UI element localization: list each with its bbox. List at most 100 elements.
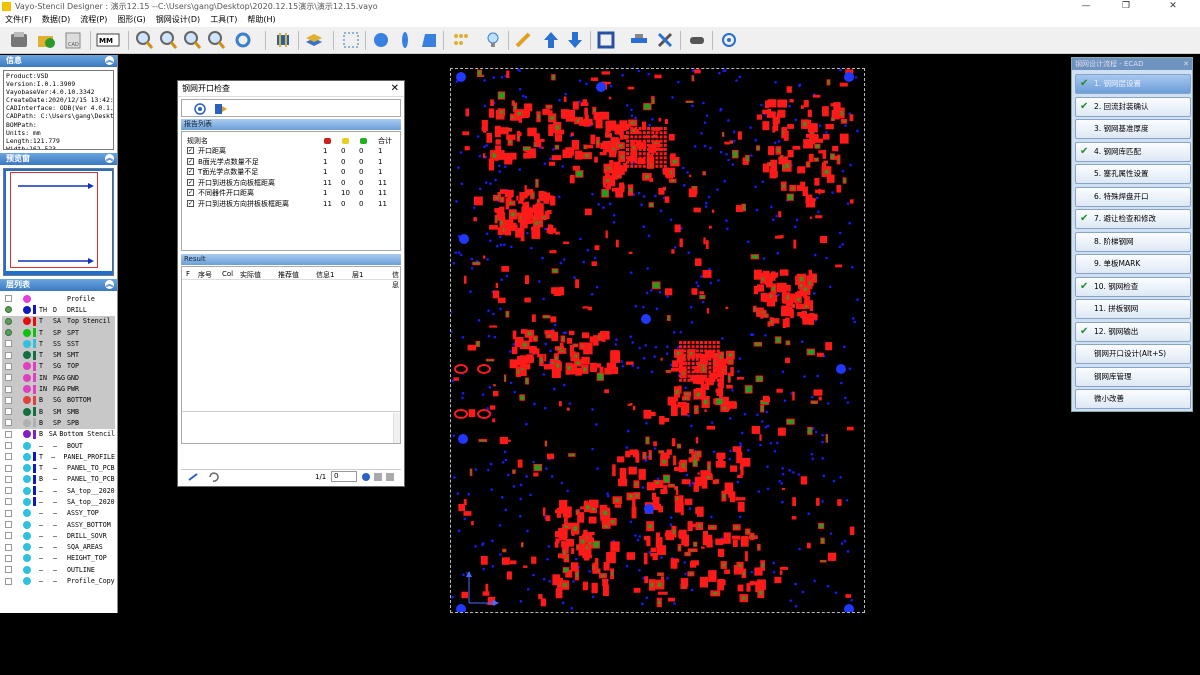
- pin-icon[interactable]: [187, 472, 199, 482]
- quad-icon[interactable]: [418, 29, 440, 51]
- layer-row[interactable]: T — PANEL_TO_PCB: [2, 462, 115, 473]
- layer-visibility-checkbox[interactable]: [5, 487, 12, 495]
- zoom-window-icon[interactable]: [181, 29, 203, 51]
- flow-step-button[interactable]: ✔ 7. 避让检查和修改: [1075, 209, 1191, 229]
- menu-file[interactable]: 文件(F): [0, 13, 37, 27]
- layer-edit-icon[interactable]: [13, 419, 21, 427]
- layer-edit-icon[interactable]: [13, 475, 21, 483]
- flow-step-button[interactable]: 钢网库管理: [1075, 366, 1191, 387]
- layer-edit-icon[interactable]: [13, 543, 21, 551]
- rule-row[interactable]: ✓ T面光学点数量不足 1 0 0 1: [182, 167, 400, 177]
- layer-visibility-checkbox[interactable]: [5, 475, 12, 483]
- layer-color-icon[interactable]: [23, 339, 31, 348]
- layer-visibility-checkbox[interactable]: [5, 317, 12, 325]
- mm-unit-icon[interactable]: MM: [95, 29, 121, 51]
- flow-step-button[interactable]: 钢网开口设计(Alt+S): [1075, 344, 1191, 364]
- flow-close-button[interactable]: ✕: [1183, 58, 1189, 70]
- layer-visibility-checkbox[interactable]: [5, 521, 12, 529]
- page-input[interactable]: 0: [331, 471, 357, 482]
- rule-checkbox[interactable]: ✓: [187, 157, 194, 165]
- close-button[interactable]: ✕: [1153, 0, 1193, 13]
- component-icon[interactable]: [272, 29, 294, 51]
- result-scrollbar[interactable]: [393, 413, 400, 443]
- layer-row[interactable]: IN P&G GND: [2, 372, 115, 384]
- flow-step-button[interactable]: 5. 塞孔属性设置: [1075, 164, 1191, 184]
- layer-edit-icon[interactable]: [13, 329, 21, 337]
- layer-color-icon[interactable]: [23, 373, 31, 382]
- layer-row[interactable]: TH D DRILL: [2, 304, 115, 315]
- layer-visibility-checkbox[interactable]: [5, 419, 12, 427]
- layer-color-icon[interactable]: [23, 475, 31, 484]
- layer-color-icon[interactable]: [23, 351, 31, 360]
- layer-color-icon[interactable]: [23, 486, 31, 495]
- layer-visibility-checkbox[interactable]: [5, 306, 12, 314]
- layer-edit-icon[interactable]: [13, 453, 21, 461]
- connect-icon[interactable]: [628, 29, 650, 51]
- layer-edit-icon[interactable]: [13, 306, 21, 314]
- layer-visibility-checkbox[interactable]: [5, 295, 12, 303]
- layer-edit-icon[interactable]: [13, 396, 21, 404]
- layer-edit-icon[interactable]: [13, 521, 21, 529]
- menu-tools[interactable]: 工具(T): [205, 13, 242, 27]
- menu-help[interactable]: 帮助(H): [242, 13, 280, 27]
- layer-row[interactable]: B SA Bottom Stencil: [2, 429, 115, 440]
- layer-row[interactable]: B SG BOTTOM: [2, 394, 115, 406]
- export-icon[interactable]: [214, 103, 228, 115]
- layer-edit-icon[interactable]: [13, 509, 21, 517]
- layer-row[interactable]: — — DRILL_SOVR: [2, 530, 115, 541]
- open-icon[interactable]: [35, 29, 57, 51]
- layer-visibility-checkbox[interactable]: [5, 442, 12, 449]
- rule-checkbox[interactable]: ✓: [187, 189, 194, 196]
- layer-edit-icon[interactable]: [13, 362, 21, 370]
- layer-visibility-checkbox[interactable]: [5, 453, 12, 461]
- pencil-icon[interactable]: [512, 29, 534, 51]
- layer-visibility-checkbox[interactable]: [5, 408, 12, 416]
- layer-row[interactable]: T SP SPT: [2, 326, 115, 339]
- pcb-canvas[interactable]: Y X: [450, 68, 865, 613]
- menu-stencil-design[interactable]: 钢网设计(D): [151, 13, 205, 27]
- layer-row[interactable]: — — Profile_Copy: [2, 575, 115, 586]
- rule-checkbox[interactable]: ✓: [187, 199, 194, 207]
- layer-edit-icon[interactable]: [13, 317, 21, 325]
- layer-edit-icon[interactable]: [13, 442, 21, 450]
- layer-edit-icon[interactable]: [13, 566, 21, 574]
- layer-edit-icon[interactable]: [13, 464, 21, 472]
- layer-color-icon[interactable]: [23, 294, 31, 303]
- layer-edit-icon[interactable]: [13, 532, 21, 540]
- menu-data[interactable]: 数据(D): [37, 13, 75, 27]
- layer-icon[interactable]: [303, 29, 325, 51]
- layer-row[interactable]: T SA Top Stencil: [2, 315, 115, 327]
- rule-row[interactable]: ✓ 不同器件开口距离 1 10 0 11: [182, 188, 400, 198]
- run-check-icon[interactable]: [194, 103, 206, 115]
- layer-visibility-checkbox[interactable]: [5, 509, 12, 517]
- dialog-close-button[interactable]: ✕: [391, 81, 399, 97]
- undo-icon[interactable]: [207, 472, 219, 482]
- flow-step-button[interactable]: ✔ 1. 钢网层设置: [1075, 74, 1191, 94]
- pad-icon[interactable]: [450, 29, 472, 51]
- arrow-down-icon[interactable]: [564, 29, 586, 51]
- layer-edit-icon[interactable]: [13, 430, 21, 438]
- menu-graphics[interactable]: 图形(G): [112, 13, 150, 27]
- page-nav-icons[interactable]: [361, 472, 397, 482]
- layer-color-icon[interactable]: [23, 531, 31, 540]
- rule-checkbox[interactable]: ✓: [187, 168, 194, 175]
- layer-row[interactable]: B — PANEL_TO_PCB: [2, 474, 115, 485]
- layer-color-icon[interactable]: [23, 554, 31, 563]
- layer-color-icon[interactable]: [23, 396, 31, 405]
- tools-icon[interactable]: [654, 29, 676, 51]
- layer-edit-icon[interactable]: [13, 385, 21, 393]
- layer-visibility-checkbox[interactable]: [5, 566, 12, 574]
- layer-color-icon[interactable]: [23, 520, 31, 529]
- layer-visibility-checkbox[interactable]: [5, 577, 12, 585]
- layer-edit-icon[interactable]: [13, 340, 21, 348]
- flow-step-button[interactable]: 8. 阶梯钢网: [1075, 231, 1191, 252]
- layer-row[interactable]: IN P&G PWR: [2, 383, 115, 395]
- layer-row[interactable]: — — HEIGHT_TOP: [2, 553, 115, 564]
- layer-row[interactable]: — — ASSY_TOP: [2, 508, 115, 519]
- rule-checkbox[interactable]: ✓: [187, 178, 194, 186]
- layer-color-icon[interactable]: [23, 362, 31, 371]
- layer-row[interactable]: — — SA_top__2020: [2, 496, 115, 507]
- layer-row[interactable]: B SP SPB: [2, 417, 115, 429]
- rule-row[interactable]: ✓ 开口到进板方向板框距离 11 0 0 11: [182, 178, 400, 188]
- handshake-icon[interactable]: [686, 29, 708, 51]
